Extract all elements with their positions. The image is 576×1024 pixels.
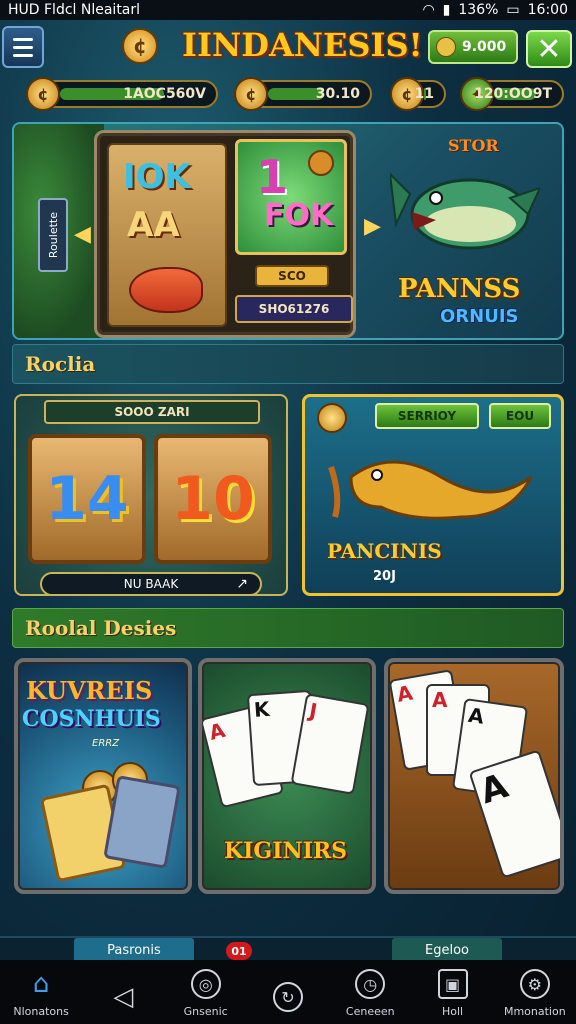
jackpot-value: SHO61276 <box>235 295 353 323</box>
battery-icon: ▭ <box>506 2 520 18</box>
nav-wallet-label: Holl <box>441 1005 464 1018</box>
status-bar: HUD Fldcl Nleaitarl ◠ ▮ 136% ▭ 16:00 <box>0 0 576 20</box>
chevron-left-icon[interactable]: ◀ <box>74 222 91 247</box>
section-header-2: Roolal Desies <box>12 608 564 648</box>
wifi-icon: ◠ <box>422 2 435 18</box>
back-icon: ◁ <box>113 982 134 1012</box>
fish-game-value: 20J <box>373 569 396 584</box>
coin-icon <box>436 37 456 57</box>
coin-icon <box>317 403 347 433</box>
signal-icon: ▮ <box>442 2 451 18</box>
playing-card: A <box>468 749 560 879</box>
nav-back[interactable]: ◁ <box>82 960 164 1024</box>
slot-machine[interactable]: IOK AA 1 FOK SCO SHO61276 <box>94 130 356 338</box>
featured-banner[interactable]: Roulette ◀ IOK AA 1 FOK SCO SHO61276 ▶ S… <box>12 122 564 340</box>
nav-settings-label: Mmonation <box>503 1005 566 1018</box>
fish-icon <box>129 267 203 313</box>
coin-icon: ¢ <box>26 77 60 111</box>
number-card-1: 14 <box>28 434 146 564</box>
game-2-title: KIGINIRS <box>224 838 348 864</box>
fish-game-panel[interactable]: SERRIOY EOU PANCINIS 20J <box>302 394 564 596</box>
coin-balance-button[interactable]: 9.000 <box>428 30 518 64</box>
banner-title: PANNSS <box>398 274 521 304</box>
resource-value-3: 11 <box>414 86 434 102</box>
section-title-1: Roclia <box>25 352 96 376</box>
big-fish-icon <box>390 172 540 250</box>
refresh-icon: ↻ <box>272 982 303 1012</box>
resource-bar-4[interactable]: ✦ 120:OO9T <box>460 77 564 111</box>
banner-badge: STOR <box>448 136 499 155</box>
reel-symbol-2: AA <box>127 205 180 245</box>
fish-game-title: PANCINIS <box>327 539 442 563</box>
notification-badge: 01 <box>226 942 252 960</box>
game-1-title: KUVREIS <box>26 676 153 705</box>
coin-icon: ¢ <box>234 77 268 111</box>
game-1-subtitle: COSNHUIS <box>22 706 161 732</box>
bottom-nav: ⌂ Nlonatons ◁ ◎ Gnsenic ↻ ◷ Ceneeen ▣ Holl ⚙… <box>0 960 576 1024</box>
top-bar: ¢ IINDANESIS! 9.000 ✕ <box>0 22 576 74</box>
gear-icon <box>308 150 334 176</box>
tab-right[interactable]: Egeloo <box>392 938 502 962</box>
side-tab-label: Roulette <box>46 211 60 259</box>
section-header-1: Roclia <box>12 344 564 384</box>
nav-home[interactable]: ⌂ Nlonatons <box>0 960 82 1024</box>
menu-button[interactable] <box>2 26 44 68</box>
banner-subtitle: ORNUIS <box>440 306 519 327</box>
logo-coin-icon: ¢ <box>122 28 158 64</box>
game-1-tag: ERRZ <box>92 738 120 749</box>
number-card-2: 10 <box>154 434 272 564</box>
reel-symbol-3: 1 <box>256 150 289 204</box>
nav-general[interactable]: ◎ Gnsenic <box>165 960 247 1024</box>
search-button[interactable]: SERRIOY <box>375 403 479 429</box>
game-card-1[interactable]: KUVREIS COSNHUIS ERRZ <box>14 658 192 894</box>
resource-bar-1[interactable]: ¢ 1AOC560V <box>26 77 218 111</box>
clock: 16:00 <box>527 2 568 18</box>
reel-symbol-1: IOK <box>123 157 191 197</box>
nav-refresh[interactable]: ↻ <box>247 960 329 1024</box>
bottom-tab-strip: Pasronis Egeloo <box>0 936 576 962</box>
game-card-2[interactable]: A K J KIGINIRS <box>198 658 376 894</box>
nav-wallet[interactable]: ▣ Holl <box>411 960 493 1024</box>
app-title: IINDANESIS! <box>182 26 423 64</box>
chevron-right-icon[interactable]: ▶ <box>364 214 381 239</box>
home-icon: ⌂ <box>32 969 50 999</box>
nav-general-label: Gnsenic <box>183 1005 228 1018</box>
tab-left[interactable]: Pasronis <box>74 938 194 962</box>
number-game-header: SOOO ZARI <box>44 400 260 424</box>
bet-value: SCO <box>255 265 329 287</box>
status-carrier: HUD Fldcl Nleaitarl <box>8 2 141 18</box>
wallet-icon: ▣ <box>437 969 468 999</box>
clock-icon: ◷ <box>355 969 386 999</box>
settings-icon: ⚙ <box>519 969 550 999</box>
reel-symbol-4: FOK <box>264 198 334 233</box>
nav-home-label: Nlonatons <box>13 1005 69 1018</box>
number-game-button-label: NU BAAK <box>123 577 179 591</box>
nav-clock[interactable]: ◷ Ceneeen <box>329 960 411 1024</box>
resource-bar-3[interactable]: ¢ 11 <box>390 77 446 111</box>
resource-value-1: 1AOC560V <box>123 86 206 102</box>
nav-settings[interactable]: ⚙ Mmonation <box>494 960 576 1024</box>
section-title-2: Roolal Desies <box>25 616 177 640</box>
arrow-icon: ↗ <box>236 576 248 592</box>
globe-icon: ◎ <box>190 969 221 999</box>
side-tab[interactable]: Roulette <box>38 198 68 272</box>
coin-balance: 9.000 <box>462 39 507 55</box>
reel-left: IOK AA <box>107 143 227 327</box>
reel-right: 1 FOK <box>235 139 347 255</box>
resource-value-4: 120:OO9T <box>474 86 552 102</box>
battery-percent: 136% <box>458 2 499 18</box>
bonus-button[interactable]: EOU <box>489 403 551 429</box>
nav-clock-label: Ceneeen <box>345 1005 395 1018</box>
close-button[interactable]: ✕ <box>526 30 572 68</box>
gold-fish-icon <box>328 460 533 520</box>
number-game-button[interactable]: NU BAAK ↗ <box>40 572 262 596</box>
resource-bar-2[interactable]: ¢ 30.10 <box>234 77 372 111</box>
card-icon <box>103 775 181 869</box>
number-game-panel[interactable]: SOOO ZARI 14 10 NU BAAK ↗ <box>14 394 288 596</box>
game-card-3[interactable]: A A A A <box>384 658 564 894</box>
resource-value-2: 30.10 <box>315 86 360 102</box>
